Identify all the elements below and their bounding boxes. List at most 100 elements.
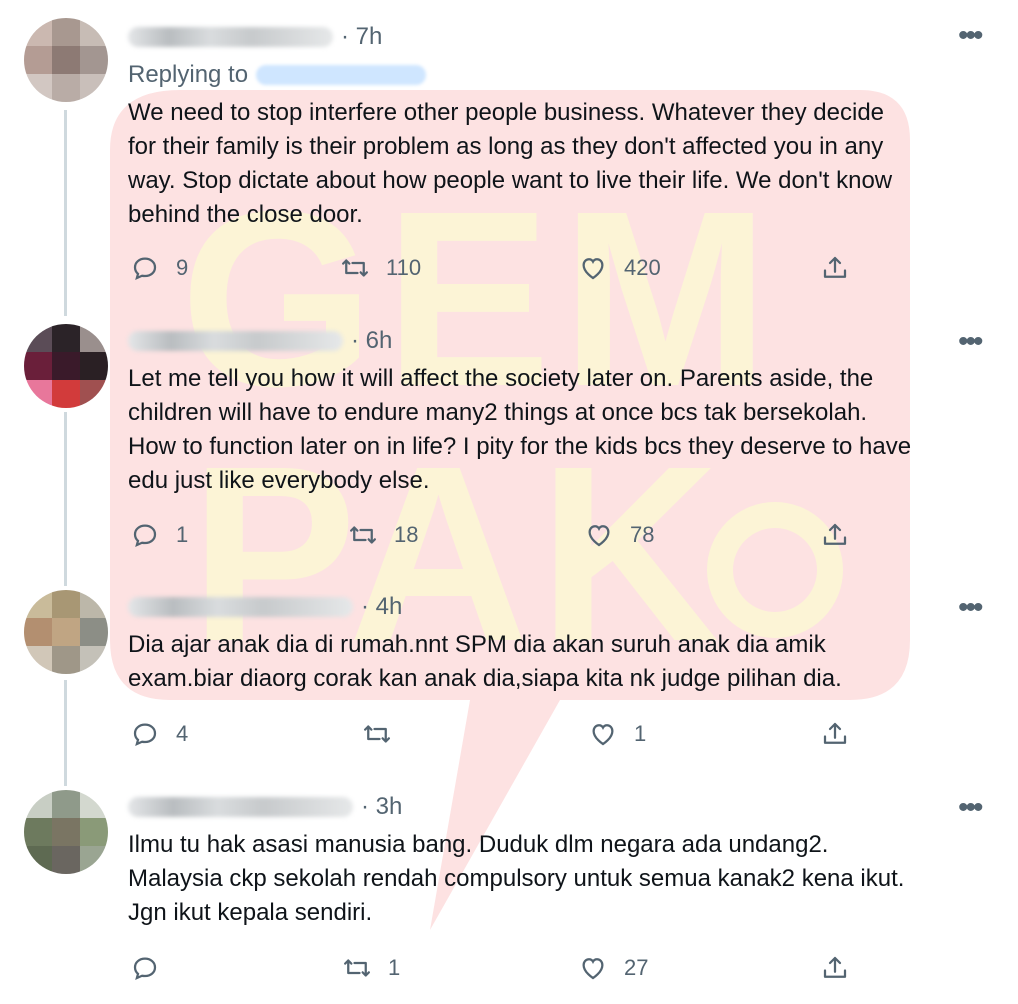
share-icon <box>823 956 847 978</box>
avatar-pixel <box>24 818 52 846</box>
share-button[interactable] <box>820 948 866 988</box>
avatar-pixel <box>24 618 52 646</box>
separator-dot: · <box>361 793 376 820</box>
avatar-pixel <box>80 324 108 352</box>
avatar-pixel <box>52 846 80 874</box>
avatar[interactable] <box>24 790 108 874</box>
retweet-icon <box>364 725 390 743</box>
avatar-pixel <box>52 618 80 646</box>
avatar-pixel <box>24 846 52 874</box>
heart-icon <box>582 258 604 280</box>
reply-button[interactable]: 9 <box>130 248 196 288</box>
tweet-time[interactable]: 6h <box>366 327 393 355</box>
avatar-pixel <box>52 380 80 408</box>
more-dots-icon[interactable]: ••• <box>958 593 983 623</box>
tweet[interactable]: · 3h ••• Ilmu tu hak asasi manusia bang.… <box>0 780 1018 1004</box>
reply-button[interactable]: 1 <box>130 515 196 555</box>
avatar-pixel <box>52 324 80 352</box>
retweet-count: 110 <box>386 255 422 280</box>
reply-count: 4 <box>176 721 189 746</box>
separator-dot: · <box>341 23 356 50</box>
username-blurred[interactable] <box>128 331 343 351</box>
retweet-icon <box>350 526 376 544</box>
replying-to: Replying to <box>128 60 427 90</box>
reply-icon <box>133 524 157 547</box>
tweet-time[interactable]: 4h <box>376 593 403 621</box>
share-icon <box>823 523 847 545</box>
avatar-pixel <box>52 590 80 618</box>
share-button[interactable] <box>820 515 866 555</box>
retweet-button[interactable]: 18 <box>348 515 418 555</box>
more-dots-icon[interactable]: ••• <box>958 793 983 823</box>
username-blurred[interactable] <box>128 797 353 817</box>
reply-count: 1 <box>176 522 189 547</box>
retweet-icon <box>342 259 368 277</box>
avatar-pixel <box>24 646 52 674</box>
reply-icon <box>133 723 157 746</box>
avatar-pixel <box>80 590 108 618</box>
tweet-text: Dia ajar anak dia di rumah.nnt SPM dia a… <box>128 631 842 692</box>
like-button[interactable]: 420 <box>578 248 661 288</box>
like-count: 78 <box>630 522 655 547</box>
avatar-pixel <box>52 46 80 74</box>
tweet-actions: 1 27 <box>0 948 1018 988</box>
tweet-header: · 4h <box>128 592 402 622</box>
like-button[interactable]: 1 <box>588 714 654 754</box>
avatar-pixel <box>52 646 80 674</box>
tweet-time[interactable]: 3h <box>376 793 403 821</box>
like-count: 420 <box>624 255 661 280</box>
avatar[interactable] <box>24 18 108 102</box>
avatar-pixel <box>80 818 108 846</box>
avatar-pixel <box>80 646 108 674</box>
share-button[interactable] <box>820 248 866 288</box>
replying-to-label: Replying to <box>128 61 249 88</box>
avatar-pixel <box>24 324 52 352</box>
tweet-time[interactable]: 7h <box>356 23 383 51</box>
tweet[interactable]: · 4h ••• Dia ajar anak dia di rumah.nnt … <box>0 580 1018 780</box>
avatar-pixel <box>52 818 80 846</box>
tweet-actions: 1 18 78 <box>0 515 1018 555</box>
username-blurred[interactable] <box>128 27 333 47</box>
retweet-button[interactable]: 110 <box>340 248 421 288</box>
avatar[interactable] <box>24 324 108 408</box>
avatar-pixel <box>52 790 80 818</box>
tweet-actions: 4 1 <box>0 714 1018 754</box>
separator-dot: · <box>351 327 366 354</box>
tweet-header: · 7h <box>128 22 382 52</box>
retweet-button[interactable]: 1 <box>342 948 408 988</box>
replying-to-handle-blurred[interactable] <box>256 65 427 85</box>
avatar-pixel <box>52 352 80 380</box>
avatar-pixel <box>24 790 52 818</box>
avatar-pixel <box>80 790 108 818</box>
tweet-header: · 3h <box>128 792 402 822</box>
avatar-pixel <box>80 618 108 646</box>
share-icon <box>823 256 847 278</box>
reply-button[interactable]: 4 <box>130 714 196 754</box>
share-button[interactable] <box>820 714 866 754</box>
separator-dot: · <box>361 593 376 620</box>
retweet-button[interactable] <box>362 714 428 754</box>
tweet-text: Ilmu tu hak asasi manusia bang. Duduk dl… <box>128 831 905 926</box>
reply-count: 9 <box>176 255 189 280</box>
more-dots-icon[interactable]: ••• <box>958 21 983 51</box>
avatar-pixel <box>24 380 52 408</box>
reply-button[interactable] <box>130 948 196 988</box>
like-button[interactable]: 78 <box>584 515 654 555</box>
retweet-icon <box>344 959 370 977</box>
tweet[interactable]: · 6h ••• Let me tell you how it will aff… <box>0 310 1018 580</box>
avatar-pixel <box>80 18 108 46</box>
like-count: 1 <box>634 721 647 746</box>
avatar-pixel <box>24 18 52 46</box>
like-button[interactable]: 27 <box>578 948 648 988</box>
avatar[interactable] <box>24 590 108 674</box>
tweet-text: We need to stop interfere other people b… <box>128 99 893 228</box>
heart-icon <box>592 724 614 746</box>
tweet[interactable]: · 7h ••• Replying to We need to stop int… <box>0 0 1018 310</box>
tweet-actions: 9 110 420 <box>0 248 1018 288</box>
username-blurred[interactable] <box>128 597 353 617</box>
more-dots-icon[interactable]: ••• <box>958 327 983 357</box>
avatar-pixel <box>24 46 52 74</box>
avatar-pixel <box>80 380 108 408</box>
retweet-count: 18 <box>394 522 419 547</box>
tweet-header: · 6h <box>128 326 392 356</box>
